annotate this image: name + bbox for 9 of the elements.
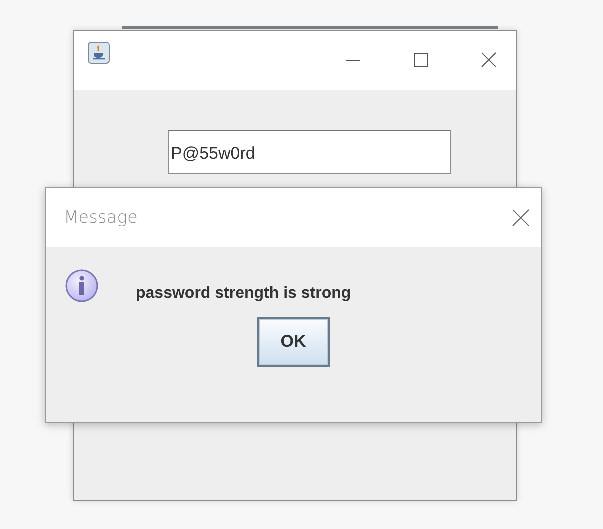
close-icon[interactable] (480, 50, 498, 68)
message-text: password strength is strong (136, 285, 352, 303)
dialog-title: Message (64, 208, 138, 228)
app-icon (88, 42, 110, 64)
maximize-icon[interactable] (412, 50, 430, 68)
password-field[interactable]: P@55w0rd (168, 130, 451, 174)
close-icon[interactable] (511, 208, 531, 228)
ok-button[interactable]: OK (257, 317, 330, 367)
info-icon (65, 269, 99, 305)
